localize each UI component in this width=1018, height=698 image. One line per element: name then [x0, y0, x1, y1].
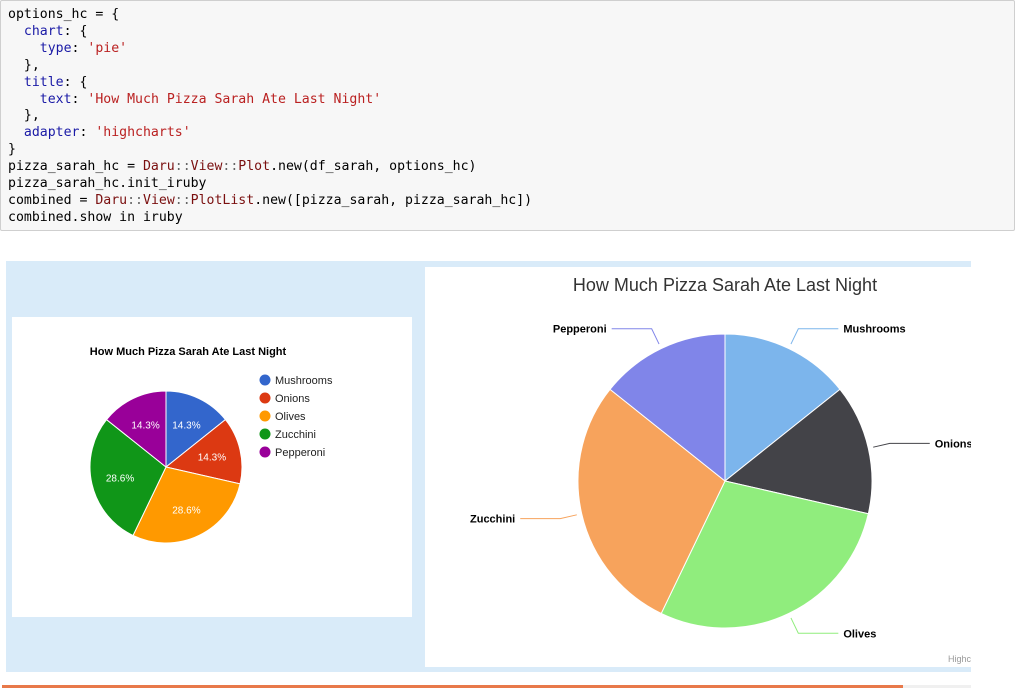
slice-label: 14.3%: [131, 421, 159, 432]
legend-item-olives[interactable]: Olives: [259, 410, 307, 424]
code-line: type: 'pie': [8, 41, 127, 56]
data-label-connector: [790, 617, 839, 634]
data-label-onions: Onions: [935, 438, 971, 450]
code-token: ::: [174, 159, 191, 175]
legend-marker: [259, 446, 271, 458]
code-token: Daru: [95, 192, 128, 208]
code-cell[interactable]: options_hc = { chart: { type: 'pie' }, t…: [0, 0, 1015, 231]
legend-label: Onions: [275, 393, 310, 405]
code-token: pizza_sarah_hc =: [8, 159, 143, 175]
data-label-connector: [611, 328, 660, 345]
code-token: combined.show in iruby: [8, 209, 183, 225]
legend-item-pepperoni[interactable]: Pepperoni: [259, 446, 326, 460]
code-token: :: [71, 91, 88, 107]
code-token: },: [8, 108, 40, 124]
legend-label: Zucchini: [275, 429, 316, 441]
code-token: : {: [63, 23, 88, 39]
legend-item-zucchini[interactable]: Zucchini: [259, 428, 316, 442]
code-token: 'pie': [87, 40, 128, 56]
code-token: title: [23, 74, 64, 90]
code-token: View: [143, 192, 175, 208]
highcharts-credits[interactable]: Highc: [948, 654, 971, 664]
code-token: PlotList: [190, 192, 255, 208]
code-token: ::: [174, 192, 191, 208]
data-label-connector: [520, 514, 577, 520]
code-line: combined = Daru::View::PlotList.new([piz…: [8, 193, 532, 208]
code-token: : {: [63, 74, 88, 90]
chart-title: How Much Pizza Sarah Ate Last Night: [573, 275, 877, 295]
code-line: adapter: 'highcharts': [8, 125, 191, 140]
legend-label: Olives: [275, 411, 306, 423]
code-token: .new(df_sarah, options_hc): [270, 159, 477, 175]
code-line: },: [8, 108, 40, 123]
data-label-olives: Olives: [843, 628, 876, 640]
legend-marker: [259, 410, 271, 422]
code-token: Daru: [142, 159, 175, 175]
highcharts-pie-chart: How Much Pizza Sarah Ate Last Night Mush…: [425, 267, 971, 667]
highcharts-pie-chart-svg: How Much Pizza Sarah Ate Last Night Mush…: [470, 275, 971, 664]
code-line: text: 'How Much Pizza Sarah Ate Last Nig…: [8, 92, 381, 107]
code-token: type: [39, 40, 72, 56]
code-token: },: [8, 57, 40, 73]
data-label-connector: [873, 442, 930, 448]
google-pie-chart: How Much Pizza Sarah Ate Last Night 14.3…: [12, 317, 412, 617]
data-label-pepperoni: Pepperoni: [553, 324, 607, 336]
legend-marker: [259, 428, 271, 440]
code-line: pizza_sarah_hc.init_iruby: [8, 176, 207, 191]
code-line: pizza_sarah_hc = Daru::View::Plot.new(df…: [8, 159, 477, 174]
legend-marker: [259, 374, 271, 386]
code-line: },: [8, 58, 40, 73]
chart-title: How Much Pizza Sarah Ate Last Night: [90, 346, 287, 358]
code-token: :: [71, 40, 88, 56]
slice-label: 14.3%: [172, 421, 200, 432]
code-token: 'How Much Pizza Sarah Ate Last Night': [87, 91, 382, 107]
legend-marker: [259, 392, 271, 404]
code-token: adapter: [23, 125, 80, 141]
data-label-connector: [790, 328, 839, 345]
code-token: }: [8, 142, 16, 158]
slice-label: 28.6%: [106, 473, 134, 484]
code-line: options_hc = {: [8, 7, 119, 22]
code-token: text: [39, 91, 72, 107]
code-token: ::: [222, 159, 239, 175]
legend-item-onions[interactable]: Onions: [259, 392, 311, 406]
data-label-mushrooms: Mushrooms: [843, 324, 905, 336]
code-token: pizza_sarah_hc.init_iruby: [8, 176, 207, 192]
legend-label: Pepperoni: [275, 447, 325, 459]
slice-label: 14.3%: [198, 453, 226, 464]
code-token: options_hc = {: [8, 7, 120, 22]
code-token: ::: [127, 192, 143, 208]
code-token: chart: [23, 23, 64, 39]
code-line: combined.show in iruby: [8, 210, 183, 225]
google-pie-chart-svg: How Much Pizza Sarah Ate Last Night 14.3…: [89, 346, 333, 544]
code-token: 'highcharts': [95, 125, 191, 141]
data-label-zucchini: Zucchini: [470, 514, 515, 526]
code-editor[interactable]: options_hc = { chart: { type: 'pie' }, t…: [8, 7, 532, 227]
code-token: View: [190, 159, 223, 175]
code-token: :: [79, 125, 96, 141]
code-line: chart: {: [8, 23, 88, 39]
slice-label: 28.6%: [172, 505, 200, 516]
code-token: combined =: [8, 192, 96, 208]
progress-bar: [2, 685, 903, 688]
legend-label: Mushrooms: [275, 375, 333, 387]
legend-item-mushrooms[interactable]: Mushrooms: [259, 374, 333, 388]
code-line: }: [8, 142, 16, 157]
code-line: title: {: [8, 74, 88, 90]
code-token: Plot: [238, 159, 271, 175]
code-token: .new([pizza_sarah, pizza_sarah_hc]): [254, 192, 533, 208]
